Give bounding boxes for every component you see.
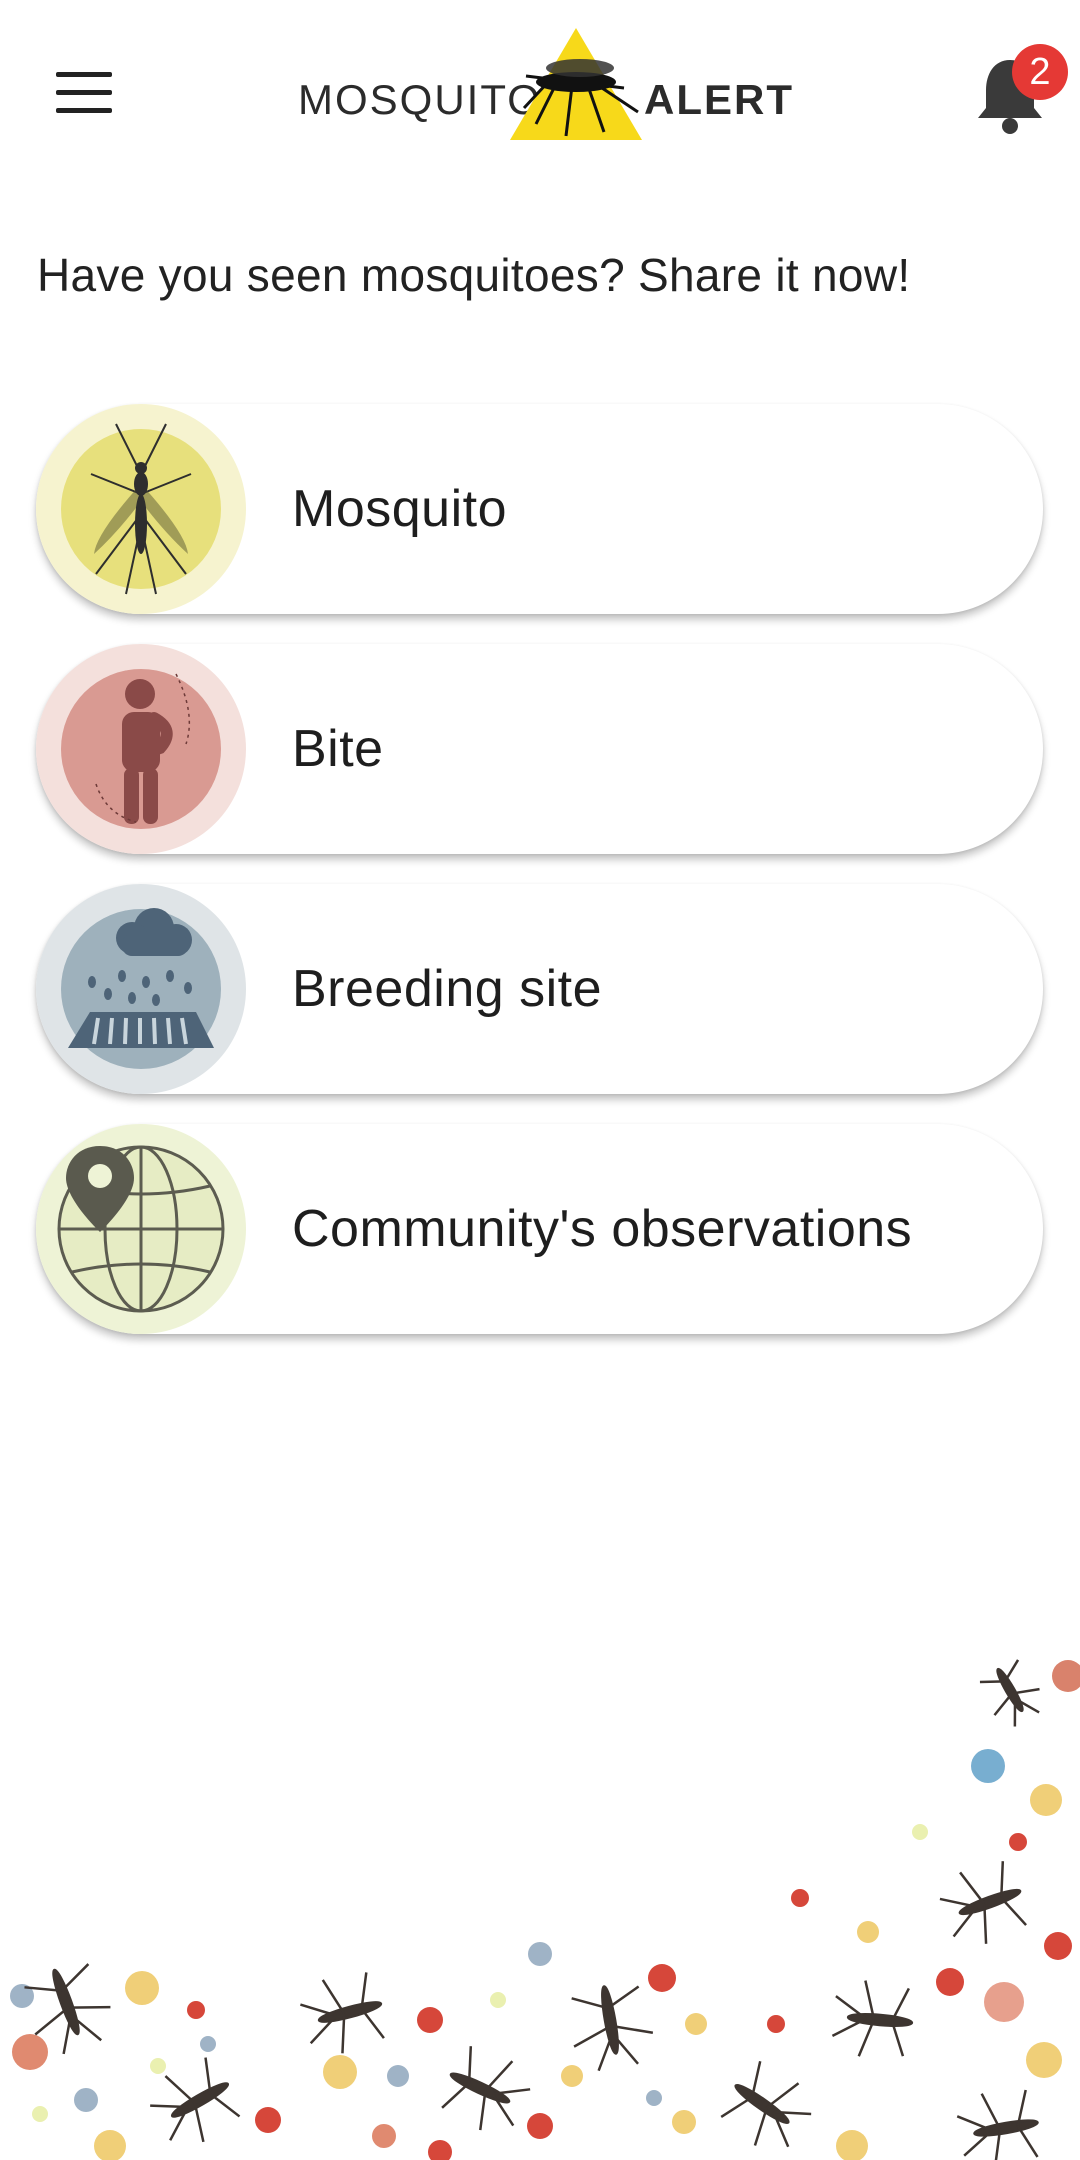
report-breeding-site-button[interactable]: Breeding site xyxy=(36,884,1043,1094)
page-title: Have you seen mosquitoes? Share it now! xyxy=(37,249,911,301)
report-mosquito-button[interactable]: Mosquito xyxy=(36,404,1043,614)
mosquito-icon xyxy=(36,404,246,614)
decorative-dots xyxy=(10,1660,1080,2160)
map-globe-icon xyxy=(36,1124,246,1334)
breeding-site-icon xyxy=(36,884,246,1094)
menu-button[interactable] xyxy=(40,50,128,138)
report-mosquito-label: Mosquito xyxy=(292,480,507,538)
logo-triangle-icon xyxy=(510,28,642,140)
decorative-mosquito-pattern xyxy=(10,1659,1080,2160)
decorative-mosquitoes xyxy=(24,1659,1040,2160)
community-observations-label: Community's observations xyxy=(292,1200,913,1258)
community-observations-button[interactable]: Community's observations xyxy=(36,1124,1043,1334)
report-bite-button[interactable]: Bite xyxy=(36,644,1043,854)
logo-text-alert: ALERT xyxy=(644,76,794,123)
app-logo: MOSQUITO ALERT xyxy=(296,24,792,150)
report-breeding-site-label: Breeding site xyxy=(292,960,603,1018)
app-bar: MOSQUITO ALERT 2 xyxy=(0,0,1080,200)
notification-badge: 2 xyxy=(1012,44,1068,100)
bite-icon xyxy=(36,644,246,854)
report-bite-label: Bite xyxy=(292,720,384,778)
